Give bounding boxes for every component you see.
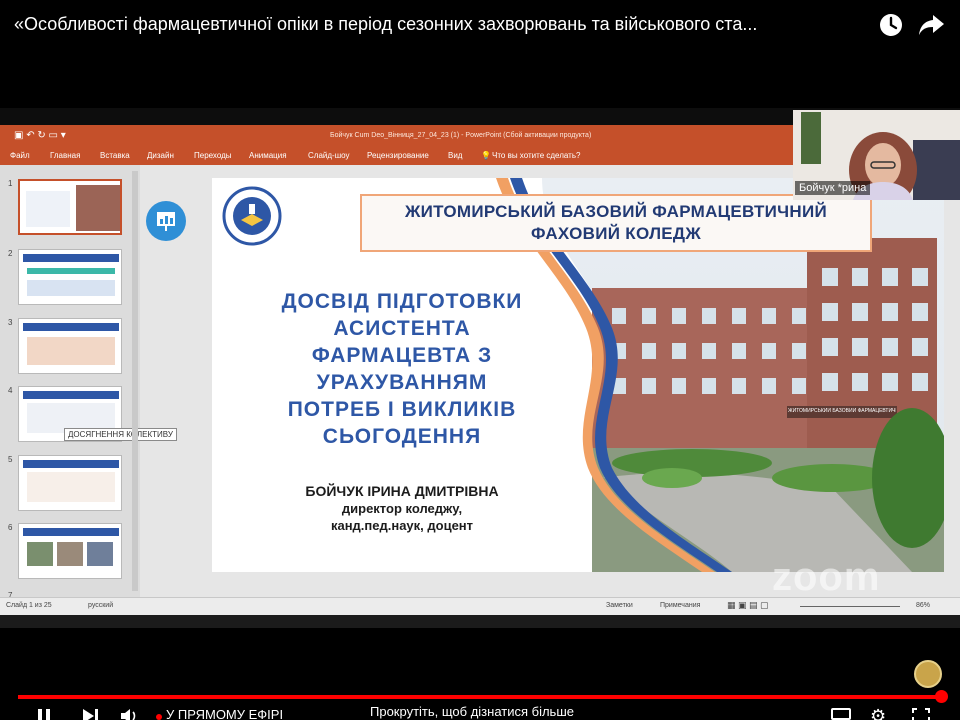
clock-icon[interactable] (877, 12, 905, 40)
thumb-number: 4 (8, 386, 13, 395)
author-role: директор коледжу, (341, 501, 463, 516)
college-name-box: ЖИТОМИРСЬКИЙ БАЗОВИЙ ФАРМАЦЕВТИЧНИЙ ФАХО… (360, 194, 872, 252)
tab-insert[interactable]: Вставка (100, 151, 130, 160)
scroll-hint: Прокрутіть, щоб дізнатися більше (370, 704, 574, 719)
thumb-number: 1 (8, 179, 13, 188)
channel-avatar[interactable] (914, 660, 942, 688)
presenter-icon[interactable] (146, 201, 186, 241)
tab-home[interactable]: Главная (50, 151, 80, 160)
title-line: СЬОГОДЕННЯ (322, 425, 482, 448)
presentation-title: ДОСВІД ПІДГОТОВКИ АСИСТЕНТА ФАРМАЦЕВТА З… (222, 288, 582, 450)
tab-file[interactable]: Файл (10, 151, 30, 160)
building-sign: ЖИТОМИРСЬКИЙ БАЗОВИЙ ФАРМАЦЕВТИЧНИЙ КОЛЕ… (788, 408, 896, 414)
webcam-tile[interactable]: Бойчук *рина (793, 110, 960, 200)
tab-slideshow[interactable]: Слайд-шоу (308, 151, 349, 160)
settings-icon[interactable]: ⚙ (870, 706, 886, 720)
tell-me-input[interactable]: Что вы хотите сделать? (492, 151, 580, 160)
author-degree: канд.пед.наук, доцент (330, 518, 474, 533)
share-icon[interactable] (916, 12, 946, 40)
title-line: УРАХУВАННЯМ (316, 371, 488, 394)
slide-thumbnail-5[interactable] (18, 455, 122, 511)
thumbs-scrollbar[interactable] (132, 171, 138, 591)
view-buttons[interactable]: ▦ ▣ ▤ ▢ (727, 600, 769, 611)
thumb-number: 2 (8, 249, 13, 258)
notes-button[interactable]: Заметки (606, 602, 633, 609)
author-block: БОЙЧУК ІРИНА ДМИТРІВНА директор коледжу,… (252, 483, 552, 534)
title-line: ФАРМАЦЕВТА З (311, 344, 493, 367)
zoom-watermark: zoom (772, 555, 881, 599)
pause-icon[interactable] (36, 709, 54, 720)
next-icon[interactable] (82, 709, 100, 720)
zoom-slider[interactable] (800, 606, 900, 607)
slide-thumbnail-3[interactable] (18, 318, 122, 374)
thumb-number: 6 (8, 523, 13, 532)
comments-button[interactable]: Примечания (660, 602, 700, 609)
volume-icon[interactable] (120, 709, 140, 720)
participant-name: Бойчук *рина (795, 181, 871, 195)
slide-thumbnail-2[interactable] (18, 249, 122, 305)
tab-view[interactable]: Вид (448, 151, 462, 160)
quick-access-icons[interactable]: ▣ ↶ ↻ ▭ ▾ (14, 130, 66, 141)
captions-icon[interactable] (831, 708, 851, 720)
slide-canvas[interactable]: ЖИТОМИРСЬКИЙ БАЗОВИЙ ФАРМАЦЕВТИЧНИЙ ФАХО… (212, 178, 944, 572)
author-name: БОЙЧУК ІРИНА ДМИТРІВНА (305, 483, 499, 499)
ppt-window-title: Бойчук Сum Deo_Вінниця_27_04_23 (1) - Po… (330, 132, 592, 139)
live-dot (156, 714, 162, 720)
tab-review[interactable]: Рецензирование (367, 151, 429, 160)
zoom-level[interactable]: 86% (916, 602, 930, 609)
progress-handle[interactable] (935, 690, 948, 703)
thumb-number: 5 (8, 455, 13, 464)
slide-counter: Слайд 1 из 25 (6, 602, 52, 609)
college-name: ЖИТОМИРСЬКИЙ БАЗОВИЙ ФАРМАЦЕВТИЧНИЙ ФАХО… (404, 202, 828, 243)
language-indicator[interactable]: русский (88, 602, 113, 609)
slide-thumbnail-6[interactable] (18, 523, 122, 579)
tab-animation[interactable]: Анимация (249, 151, 287, 160)
title-line: АСИСТЕНТА (333, 317, 471, 340)
lightbulb-icon[interactable]: 💡 (481, 151, 491, 160)
slide-thumbnail-1[interactable] (18, 179, 122, 235)
progress-played (18, 695, 942, 699)
college-logo (222, 186, 282, 246)
tab-transitions[interactable]: Переходы (194, 151, 232, 160)
title-line: ПОТРЕБ І ВИКЛИКІВ (287, 398, 517, 421)
screen: «Особливості фармацевтичної опіки в пері… (0, 0, 960, 720)
slide-thumbnails-pane: 1 2 3 4 ДОСЯГНЕННЯ КОЛЕКТИВУ 5 6 7 (0, 165, 177, 600)
video-title[interactable]: «Особливості фармацевтичної опіки в пері… (14, 14, 874, 35)
tab-design[interactable]: Дизайн (147, 151, 174, 160)
fullscreen-icon[interactable] (912, 708, 930, 720)
thumb-number: 3 (8, 318, 13, 327)
live-label[interactable]: У ПРЯМОМУ ЕФІРІ (166, 707, 283, 720)
hover-tooltip: ДОСЯГНЕННЯ КОЛЕКТИВУ (64, 428, 177, 441)
title-line: ДОСВІД ПІДГОТОВКИ (281, 290, 523, 313)
